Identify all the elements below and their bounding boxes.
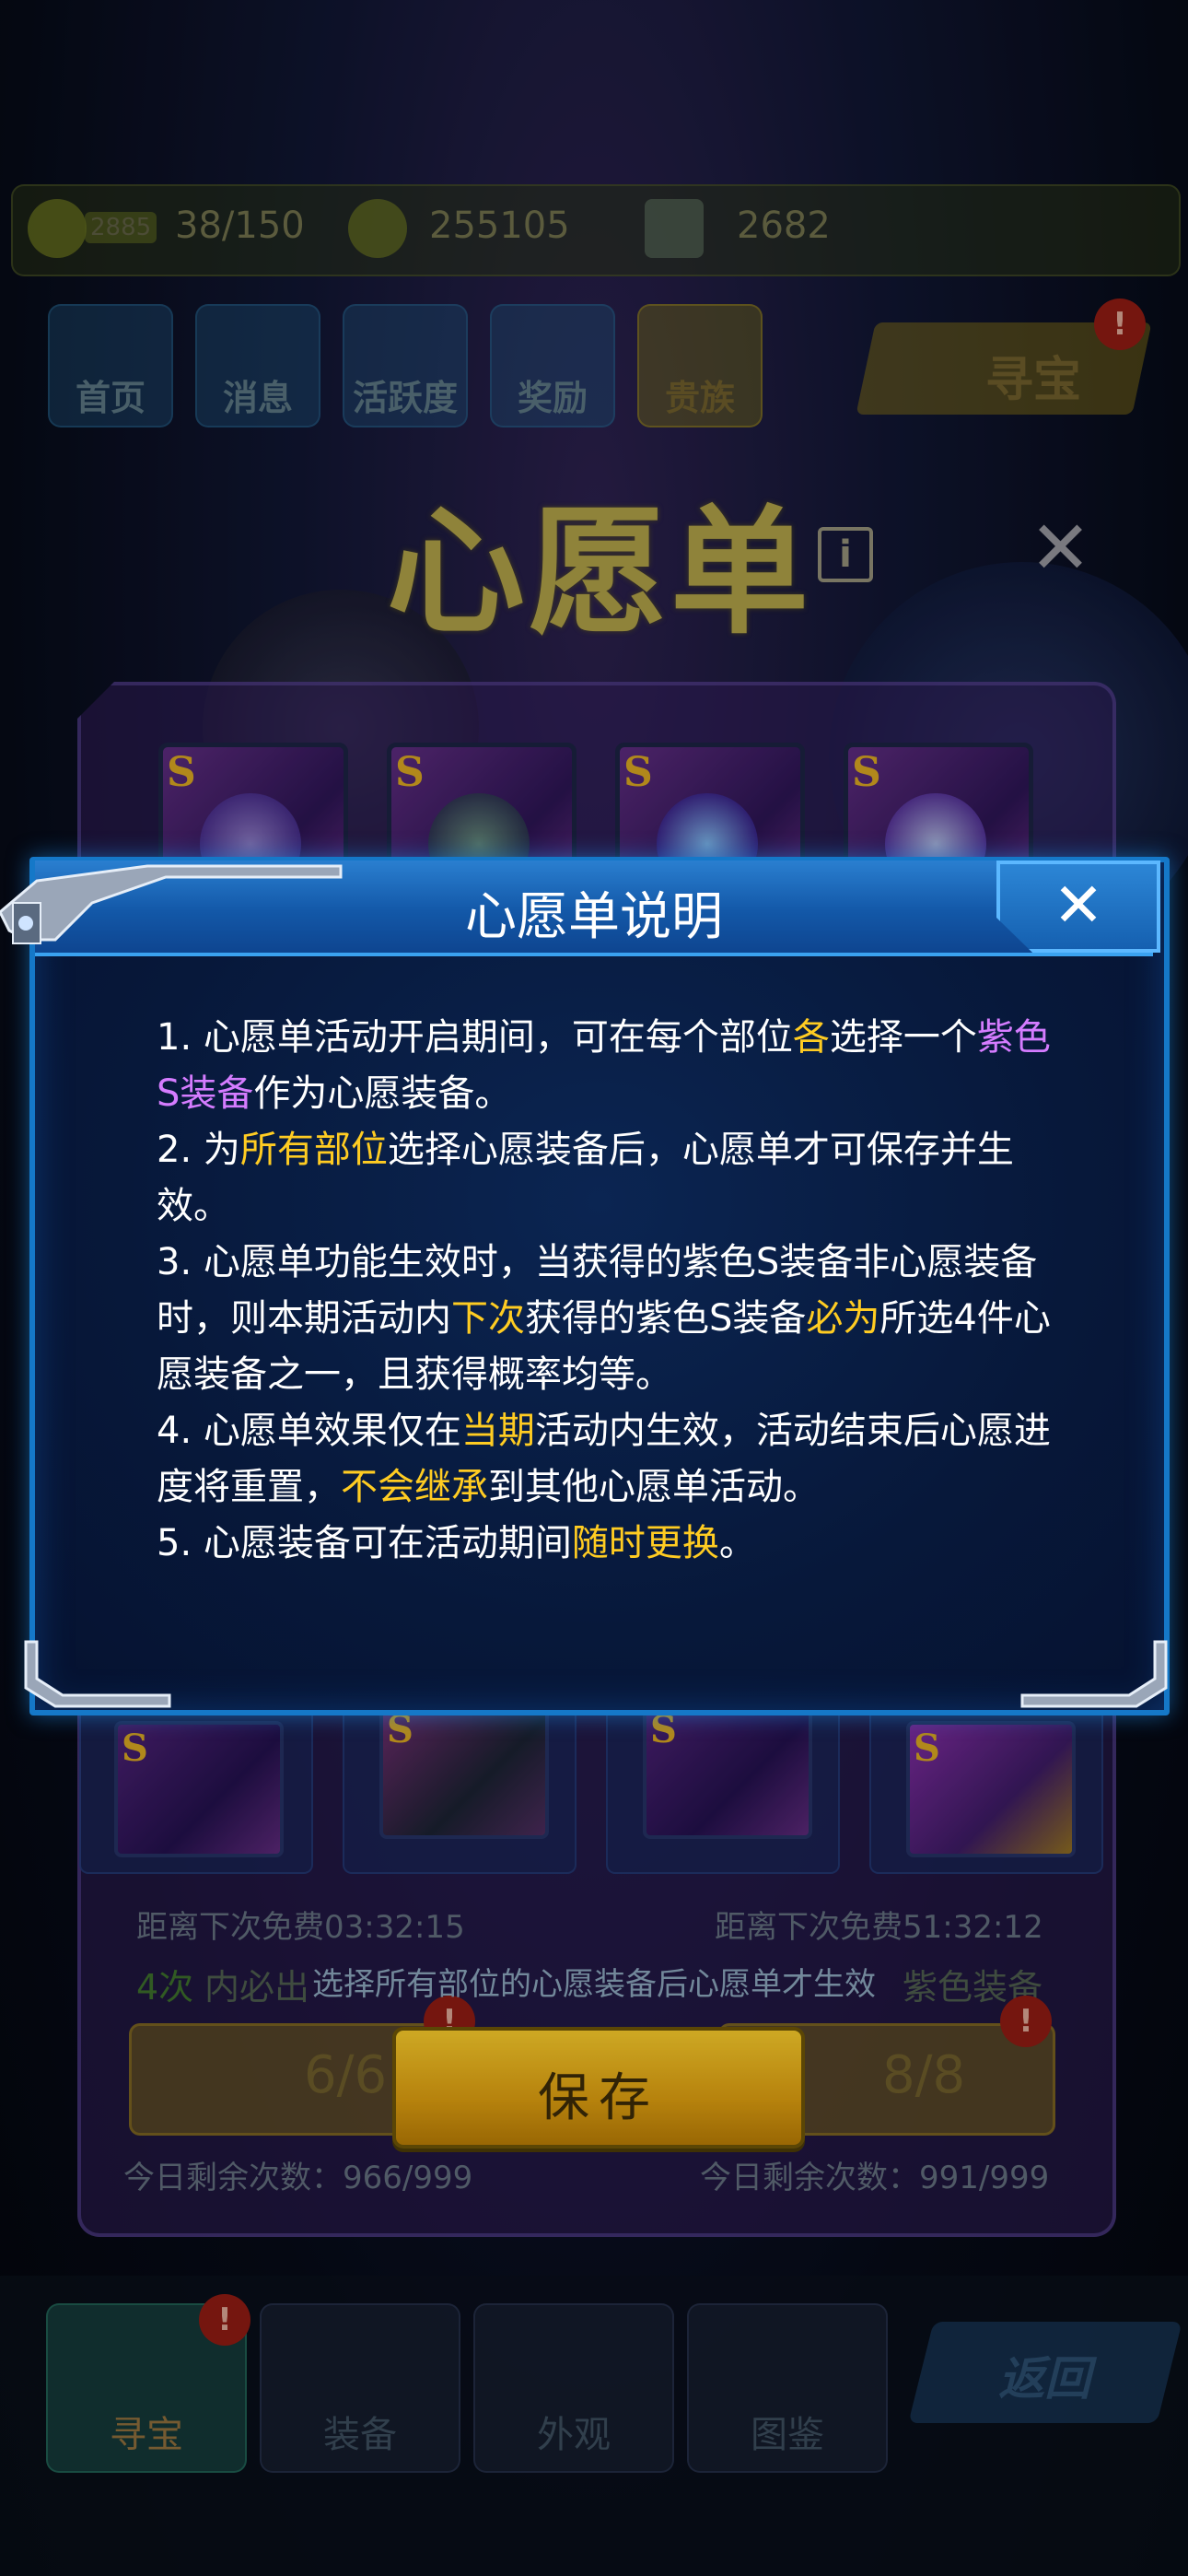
close-icon: ✕	[1053, 870, 1104, 941]
rule-text: 5. 心愿装备可在活动期间	[157, 1522, 572, 1564]
rule-item: 3. 心愿单功能生效时，当获得的紫色S装备非心愿装备时，则本期活动内下次获得的紫…	[157, 1235, 1059, 1403]
rule-highlight: 当期	[460, 1410, 535, 1452]
rule-highlight: 不会继承	[341, 1466, 488, 1508]
corner-ornament-bottom-right	[1020, 1640, 1168, 1708]
rule-text: 2. 为	[157, 1129, 240, 1171]
rule-highlight: 各	[792, 1016, 830, 1059]
rules-text: 1. 心愿单活动开启期间，可在每个部位各选择一个紫色S装备作为心愿装备。 2. …	[157, 1010, 1059, 1572]
rule-item: 4. 心愿单效果仅在当期活动内生效，活动结束后心愿进度将重置，不会继承到其他心愿…	[157, 1403, 1059, 1516]
rule-item: 5. 心愿装备可在活动期间随时更换。	[157, 1516, 1059, 1572]
rule-text: 选择一个	[829, 1016, 977, 1059]
rule-text: 4. 心愿单效果仅在	[157, 1410, 461, 1452]
rule-text: 1. 心愿单活动开启期间，可在每个部位	[157, 1016, 793, 1059]
rule-highlight: 随时更换	[571, 1522, 719, 1564]
rule-text: 到其他心愿单活动。	[488, 1466, 820, 1508]
rule-item: 1. 心愿单活动开启期间，可在每个部位各选择一个紫色S装备作为心愿装备。	[157, 1010, 1059, 1122]
rule-text: 。	[718, 1522, 756, 1564]
rule-highlight: 下次	[451, 1297, 525, 1340]
rule-highlight: 所有部位	[239, 1129, 388, 1171]
rule-text: 获得的紫色S装备	[525, 1297, 807, 1340]
dialog-close-button[interactable]: ✕	[996, 861, 1160, 953]
rule-highlight: 必为	[806, 1297, 880, 1340]
rule-text: 作为心愿装备。	[253, 1072, 512, 1115]
corner-ornament-bottom-left	[24, 1640, 171, 1708]
rule-item: 2. 为所有部位选择心愿装备后，心愿单才可保存并生效。	[157, 1122, 1059, 1235]
